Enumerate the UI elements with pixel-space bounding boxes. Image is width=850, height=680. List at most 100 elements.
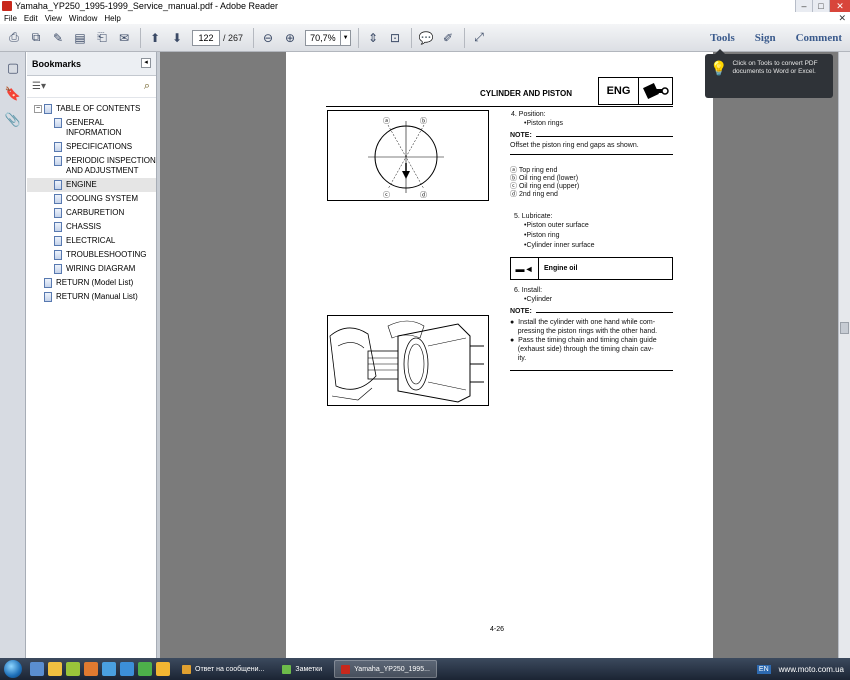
bookmark-icon	[44, 104, 52, 114]
chevron-down-icon[interactable]: ▼	[340, 30, 350, 45]
menu-view[interactable]: View	[45, 14, 62, 23]
pdf-icon	[341, 664, 351, 674]
menu-file[interactable]: File	[4, 14, 17, 23]
bookmark-label: WIRING DIAGRAM	[66, 264, 136, 273]
quick-launch-icon[interactable]	[66, 662, 80, 676]
fig-label-c: ⓒ	[383, 191, 390, 199]
zoom-select[interactable]: 70,7% ▼	[305, 29, 352, 46]
fit-width-icon[interactable]: ⊡	[385, 28, 405, 48]
step5-item-1: •Piston outer surface	[524, 222, 589, 229]
bookmark-cooling-system[interactable]: COOLING SYSTEM	[27, 192, 156, 206]
sign-button[interactable]: Sign	[755, 32, 776, 44]
collapse-panel-icon[interactable]: ◂	[141, 58, 151, 68]
cylinder-install-figure	[327, 315, 489, 406]
note2-line-4: (exhaust side) through the timing chain …	[510, 346, 654, 353]
combine-files-icon[interactable]: ⧉	[26, 28, 46, 48]
menu-window[interactable]: Window	[69, 14, 97, 23]
engine-piston-icon	[639, 78, 672, 104]
zoom-in-icon[interactable]: ⊕	[280, 28, 300, 48]
bookmark-icon	[54, 236, 62, 246]
bookmark-label: COOLING SYSTEM	[66, 194, 139, 203]
menu-bar: File Edit View Window Help ✕	[0, 12, 850, 24]
taskbar-item-notes[interactable]: Заметки	[276, 660, 328, 678]
highlight-icon[interactable]: ✐	[438, 28, 458, 48]
step5-item-3: •Cylinder inner surface	[524, 242, 595, 249]
bookmark-wiring-diagram[interactable]: WIRING DIAGRAM	[27, 262, 156, 276]
previous-page-icon[interactable]: ⬆	[145, 28, 165, 48]
create-pdf-icon[interactable]: ⎙	[4, 28, 24, 48]
toolbar: ⎙ ⧉ ✎ ▤ ⎗ ✉ ⬆ ⬇ 122 / 267 ⊖ ⊕ 70,7% ▼ ⇕ ⊡…	[0, 24, 850, 52]
adobe-reader-icon	[2, 1, 12, 11]
close-document-button[interactable]: ✕	[838, 12, 846, 24]
pdf-page: CYLINDER AND PISTON ENG ⓐ ⓑ ⓒ ⓓ 4. Posit…	[286, 52, 713, 658]
show-desktop-icon[interactable]	[30, 662, 44, 676]
maximize-button[interactable]: □	[812, 0, 829, 12]
bookmark-carburetion[interactable]: CARBURETION	[27, 206, 156, 220]
note1-bottom-rule	[510, 154, 673, 155]
bookmark-table-of-contents[interactable]: − TABLE OF CONTENTS	[27, 102, 156, 116]
email-icon[interactable]: ✉	[114, 28, 134, 48]
engine-oil-label: Engine oil	[544, 265, 578, 272]
quick-launch-icon[interactable]	[120, 662, 134, 676]
bookmark-label: RETURN (Manual List)	[56, 292, 138, 301]
engine-piston-svg	[642, 83, 669, 99]
bookmarks-icon[interactable]: 🔖	[3, 84, 23, 104]
bookmark-icon	[44, 292, 52, 302]
taskbar-item-adobe-reader[interactable]: Yamaha_YP250_1995...	[334, 660, 437, 678]
header-rule	[326, 106, 673, 107]
comment-button[interactable]: Comment	[796, 32, 842, 44]
bookmark-return-manual-list[interactable]: RETURN (Manual List)	[27, 290, 156, 304]
windows-orb-icon	[4, 660, 22, 678]
bookmark-specifications[interactable]: SPECIFICATIONS	[27, 140, 156, 154]
collapse-toggle-icon[interactable]: −	[34, 105, 42, 113]
page-number: 4-26	[490, 626, 505, 633]
bookmark-periodic-inspection[interactable]: PERIODIC INSPECTION AND ADJUSTMENT	[27, 154, 156, 178]
next-page-icon[interactable]: ⬇	[167, 28, 187, 48]
bookmark-engine[interactable]: ENGINE	[27, 178, 156, 192]
page-thumbnails-icon[interactable]: ▢	[3, 58, 23, 78]
zoom-value: 70,7%	[310, 32, 336, 43]
fig-label-d: ⓓ	[420, 191, 427, 199]
options-menu-icon[interactable]: ☰▾	[32, 81, 46, 92]
quick-launch-icon[interactable]	[102, 662, 116, 676]
start-button[interactable]	[0, 658, 26, 680]
menu-help[interactable]: Help	[104, 14, 120, 23]
quick-launch-icon[interactable]	[138, 662, 152, 676]
bookmark-general-information[interactable]: GENERAL INFORMATION	[27, 116, 156, 140]
note2-rule	[536, 312, 673, 313]
page-total: / 267	[223, 33, 243, 43]
step5-item-2: •Piston ring	[524, 232, 560, 239]
page-number-input[interactable]: 122	[192, 29, 220, 46]
attachments-icon[interactable]: 📎	[3, 110, 23, 130]
bookmark-icon	[54, 118, 62, 128]
chrome-icon[interactable]	[156, 662, 170, 676]
minimize-button[interactable]: –	[795, 0, 812, 12]
find-bookmark-icon[interactable]: ⌕	[144, 80, 150, 93]
language-indicator[interactable]: EN	[756, 664, 771, 674]
zoom-out-icon[interactable]: ⊖	[258, 28, 278, 48]
quick-launch-icon[interactable]	[84, 662, 98, 676]
print-icon[interactable]: ⎗	[92, 28, 112, 48]
page-separator: /	[223, 32, 226, 43]
close-button[interactable]: ✕	[829, 0, 850, 12]
menu-edit[interactable]: Edit	[24, 14, 38, 23]
bookmark-chassis[interactable]: CHASSIS	[27, 220, 156, 234]
bookmark-return-model-list[interactable]: RETURN (Model List)	[27, 276, 156, 290]
bookmark-troubleshooting[interactable]: TROUBLESHOOTING	[27, 248, 156, 262]
tools-button[interactable]: Tools	[710, 32, 735, 44]
expand-icon[interactable]: ⤢	[469, 28, 489, 48]
title-bar: Yamaha_YP250_1995-1999_Service_manual.pd…	[0, 0, 850, 12]
taskbar-item-forum-reply[interactable]: Ответ на сообщени...	[176, 660, 270, 678]
bookmark-icon	[54, 180, 62, 190]
bookmark-icon	[54, 222, 62, 232]
comment-bubble-icon[interactable]: 💬	[416, 28, 436, 48]
explorer-icon[interactable]	[48, 662, 62, 676]
lightbulb-icon: 💡	[710, 60, 728, 76]
fit-page-icon[interactable]: ⇕	[363, 28, 383, 48]
scrollbar-thumb[interactable]	[840, 322, 849, 334]
vertical-scrollbar[interactable]	[838, 52, 850, 658]
edit-icon[interactable]: ✎	[48, 28, 68, 48]
bookmark-electrical[interactable]: ELECTRICAL	[27, 234, 156, 248]
save-icon[interactable]: ▤	[70, 28, 90, 48]
bookmark-icon	[54, 250, 62, 260]
